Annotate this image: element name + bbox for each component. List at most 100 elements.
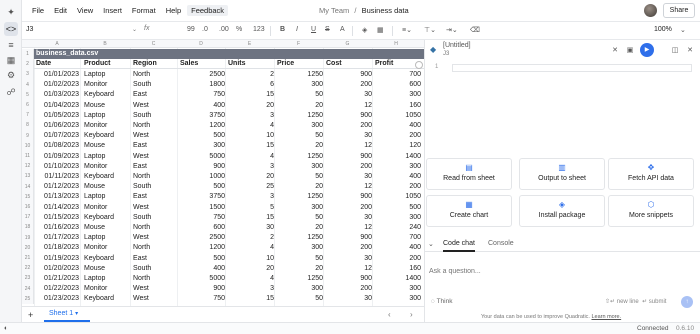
table-cell[interactable]: 900 [324, 70, 372, 80]
table-row[interactable]: 01/10/2023 Monitor East 900 3 300 200 300 [34, 162, 424, 172]
table-cell[interactable]: North [131, 172, 175, 182]
column-letter[interactable]: E [225, 40, 274, 48]
text-color-icon[interactable]: A [340, 26, 345, 33]
table-cell[interactable]: 400 [373, 172, 421, 182]
clear-format-icon[interactable]: ⌫ [470, 26, 480, 34]
column-letter[interactable]: A [34, 40, 80, 48]
table-cell[interactable]: 12 [324, 101, 372, 111]
action-output-to-sheet[interactable]: ▥ Output to sheet [519, 158, 605, 190]
table-cell[interactable]: 01/15/2023 [34, 213, 79, 223]
table-cell[interactable]: 01/13/2023 [34, 192, 79, 202]
table-cell[interactable]: 15 [226, 213, 274, 223]
table-cell[interactable]: South [131, 182, 175, 192]
row-number[interactable]: 17 [22, 212, 34, 223]
table-cell[interactable]: 3 [226, 284, 274, 294]
table-cell[interactable]: 20 [275, 101, 323, 111]
table-cell[interactable]: 300 [373, 213, 421, 223]
table-cell[interactable]: 20 [275, 223, 323, 233]
action-read-from-sheet[interactable]: ▤ Read from sheet [426, 158, 512, 190]
table-cell[interactable]: 300 [275, 121, 323, 131]
column-letter[interactable]: D [177, 40, 225, 48]
table-cell[interactable]: 600 [178, 223, 225, 233]
table-cell[interactable]: 4 [226, 152, 274, 162]
team-name[interactable]: My Team [319, 6, 349, 15]
column-header-sales[interactable]: Sales [180, 59, 198, 69]
table-cell[interactable]: 2 [226, 70, 274, 80]
table-cell[interactable]: 01/17/2023 [34, 233, 79, 243]
table-cell[interactable]: 1000 [178, 172, 225, 182]
table-cell[interactable]: 3 [226, 162, 274, 172]
table-row[interactable]: 01/17/2023 Laptop West 2500 2 1250 900 700 [34, 233, 424, 243]
chat-input[interactable] [429, 268, 695, 275]
table-cell[interactable]: Monitor [82, 121, 129, 131]
table-cell[interactable]: 2500 [178, 233, 225, 243]
table-cell[interactable]: 1200 [178, 121, 225, 131]
sheet-tab[interactable]: Sheet 1 ▾ [44, 307, 90, 322]
table-cell[interactable]: West [131, 152, 175, 162]
table-cell[interactable]: 200 [324, 243, 372, 253]
table-cell[interactable]: 900 [178, 162, 225, 172]
send-button[interactable]: ↑ [681, 296, 693, 308]
column-letter[interactable]: B [80, 40, 130, 48]
table-cell[interactable]: 1250 [275, 152, 323, 162]
menu-item-feedback[interactable]: Feedback [187, 5, 229, 16]
table-cell[interactable]: 900 [324, 111, 372, 121]
table-cell[interactable]: 01/03/2023 [34, 90, 79, 100]
table-cell[interactable]: 700 [373, 233, 421, 243]
table-cell[interactable]: 30 [324, 172, 372, 182]
table-cell[interactable]: 1250 [275, 233, 323, 243]
table-cell[interactable]: 160 [373, 264, 421, 274]
table-cell[interactable]: 20 [226, 101, 274, 111]
table-cell[interactable]: Keyboard [82, 131, 129, 141]
table-cell[interactable]: 700 [373, 70, 421, 80]
row-number[interactable]: 25 [22, 293, 34, 304]
borders-icon[interactable]: ▦ [377, 26, 384, 34]
table-row[interactable]: 01/11/2023 Keyboard North 1000 20 50 30 400 [34, 172, 424, 182]
close-icon[interactable]: ✕ [609, 45, 621, 57]
menu-item-format[interactable]: Format [128, 5, 160, 16]
table-cell[interactable]: 20 [275, 264, 323, 274]
table-cell[interactable]: 4 [226, 274, 274, 284]
table-cell[interactable]: 1250 [275, 274, 323, 284]
table-row[interactable]: 01/04/2023 Mouse West 400 20 20 12 160 [34, 101, 424, 111]
row-number[interactable]: 14 [22, 181, 34, 192]
row-number[interactable]: 7 [22, 110, 34, 121]
row-number[interactable]: 24 [22, 283, 34, 294]
table-cell[interactable]: 900 [324, 274, 372, 284]
table-cell[interactable]: 900 [178, 284, 225, 294]
table-cell[interactable]: Laptop [82, 274, 129, 284]
table-cell[interactable]: 200 [373, 254, 421, 264]
table-row[interactable]: 01/07/2023 Keyboard West 500 10 50 30 200 [34, 131, 424, 141]
table-cell[interactable]: 750 [178, 294, 225, 304]
column-header-profit[interactable]: Profit [375, 59, 393, 69]
table-cell[interactable]: 300 [373, 162, 421, 172]
quote-format-button[interactable]: 99 [187, 26, 195, 33]
table-cell[interactable]: 300 [275, 203, 323, 213]
table-cell[interactable]: 01/08/2023 [34, 141, 79, 151]
row-number[interactable]: 21 [22, 253, 34, 264]
table-cell[interactable]: 01/11/2023 [34, 172, 79, 182]
table-cell[interactable]: 300 [275, 162, 323, 172]
table-cell[interactable]: Mouse [82, 264, 129, 274]
table-cell[interactable]: Laptop [82, 111, 129, 121]
table-cell[interactable]: 1400 [373, 274, 421, 284]
row-number[interactable]: 10 [22, 140, 34, 151]
table-cell[interactable]: 3 [226, 192, 274, 202]
table-cell[interactable]: 20 [275, 182, 323, 192]
table-cell[interactable]: 01/16/2023 [34, 223, 79, 233]
table-cell[interactable]: 15 [226, 90, 274, 100]
row-number[interactable]: 3 [22, 69, 34, 80]
avatar[interactable] [644, 4, 657, 17]
table-cell[interactable]: 200 [324, 80, 372, 90]
table-row[interactable]: 01/15/2023 Keyboard South 750 15 50 30 300 [34, 213, 424, 223]
cell-reference[interactable]: J3 [26, 26, 33, 33]
table-cell[interactable]: 20 [226, 172, 274, 182]
table-cell[interactable]: North [131, 223, 175, 233]
file-name[interactable]: Business data [362, 6, 409, 15]
table-cell[interactable]: 50 [275, 131, 323, 141]
row-number[interactable]: 22 [22, 263, 34, 274]
table-cell[interactable]: 5000 [178, 152, 225, 162]
table-cell[interactable]: South [131, 111, 175, 121]
table-cell[interactable]: North [131, 121, 175, 131]
table-cell[interactable]: 30 [324, 213, 372, 223]
